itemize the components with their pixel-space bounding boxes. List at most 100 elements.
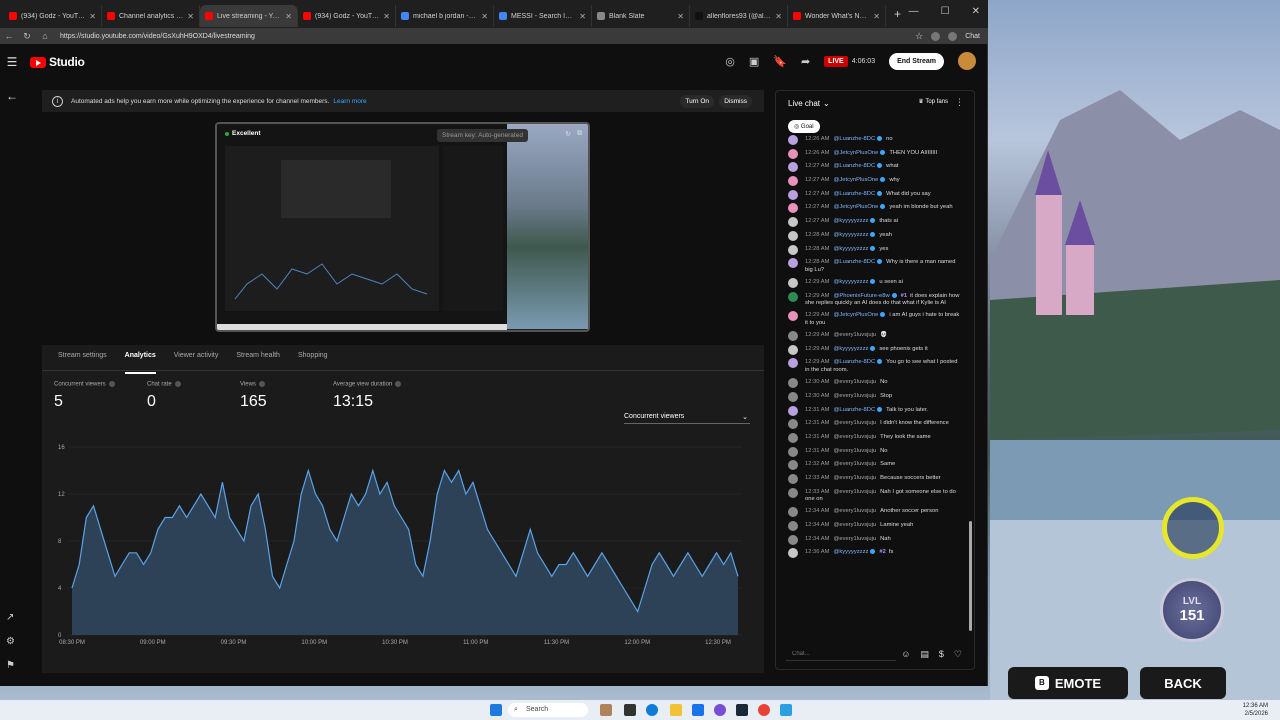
help-icon[interactable]	[395, 381, 402, 387]
tab-close-icon[interactable]: ✕	[187, 12, 194, 21]
message-author[interactable]: @every1luvsjuju	[834, 393, 877, 399]
message-author[interactable]: @every1luvsjuju	[834, 489, 877, 495]
learn-more-link[interactable]: Learn more	[333, 98, 366, 105]
menu-icon[interactable]: ☰	[0, 55, 24, 69]
super-chat-icon[interactable]: $	[939, 649, 944, 660]
task-view-icon[interactable]	[624, 704, 636, 716]
message-author[interactable]: @PhoenixFuture-e8w	[834, 292, 897, 299]
chat-message[interactable]: 12:29 AM @every1luvsjuju 💀	[776, 331, 968, 342]
help-icon[interactable]: ◎	[725, 55, 735, 68]
bookmark-icon[interactable]: 🔖	[773, 55, 787, 68]
chat-avatar[interactable]	[788, 258, 798, 269]
analytics-tab[interactable]: Analytics	[124, 345, 156, 374]
browser-tab[interactable]: (934) Godz - YouTube ✕	[298, 5, 396, 27]
studio-logo[interactable]: Studio	[30, 55, 85, 69]
message-author[interactable]: @every1luvsjuju	[834, 461, 877, 467]
stream-key-select[interactable]: Stream key: Auto-generated	[437, 129, 528, 142]
back-arrow-icon[interactable]: ←	[6, 89, 18, 103]
chat-avatar[interactable]	[788, 521, 798, 531]
message-author[interactable]: @kyyyyyzzzz	[834, 218, 876, 224]
chat-message[interactable]: 12:28 AM @kyyyyyzzzz yeah	[776, 230, 968, 242]
top-fans-button[interactable]: ♛ Top fans	[918, 98, 948, 105]
message-author[interactable]: @every1luvsjuju	[834, 475, 877, 481]
browser-tab[interactable]: michael b jordan - Searc ✕	[396, 5, 494, 27]
chat-message[interactable]: 12:29 AM @PhoenixFuture-e8w #1 it does expl…	[776, 291, 968, 309]
help-icon[interactable]	[174, 381, 181, 387]
popout-icon[interactable]: ⧉	[577, 130, 582, 138]
tab-close-icon[interactable]: ✕	[775, 12, 782, 21]
dismiss-button[interactable]: Dismiss	[719, 95, 752, 108]
more-icon[interactable]: ⋮	[955, 97, 964, 108]
chat-avatar[interactable]	[788, 203, 798, 214]
message-author[interactable]: @JetcynPlusOne	[834, 149, 886, 156]
chat-avatar[interactable]	[788, 419, 798, 430]
new-tab-button[interactable]: +	[886, 7, 909, 21]
chat-avatar[interactable]	[788, 473, 798, 484]
sticker-icon[interactable]: ▤	[920, 649, 929, 660]
chat-avatar[interactable]	[788, 230, 798, 241]
chat-avatar[interactable]	[788, 311, 798, 322]
help-icon[interactable]	[108, 381, 115, 387]
browser-tab[interactable]: Blank Slate ✕	[592, 5, 690, 27]
star-icon[interactable]: ☆	[915, 31, 923, 42]
turn-on-button[interactable]: Turn On	[680, 95, 714, 108]
chat-avatar[interactable]	[788, 460, 798, 471]
taskbar-clock[interactable]: 12:36 AM 2/5/2026	[1243, 702, 1268, 718]
chat-message[interactable]: 12:34 AM @every1luvsjuju Nah	[776, 534, 968, 546]
message-author[interactable]: @JetcynPlusOne	[834, 177, 886, 183]
browser-tab[interactable]: Wonder What's Next (Ep ✕	[788, 5, 886, 27]
url-field[interactable]: https://studio.youtube.com/video/GsXuhH9…	[60, 33, 915, 40]
message-author[interactable]: @Luanzhe-8DC	[834, 406, 883, 413]
chat-title[interactable]: Live chat	[788, 99, 820, 108]
tab-close-icon[interactable]: ✕	[873, 12, 880, 21]
chat-message[interactable]: 12:26 AM @Luanzhe-8DC no	[776, 135, 968, 146]
chat-avatar[interactable]	[788, 446, 798, 457]
app-icon[interactable]	[714, 704, 726, 716]
chat-avatar[interactable]	[788, 344, 798, 355]
back-nav-icon[interactable]: ←	[0, 31, 18, 41]
widgets-icon[interactable]	[600, 704, 612, 716]
chat-avatar[interactable]	[788, 244, 798, 255]
chat-input[interactable]	[786, 647, 896, 661]
chat-button[interactable]: Chat	[965, 33, 980, 40]
chat-avatar[interactable]	[788, 391, 798, 402]
chat-message[interactable]: 12:32 AM @every1luvsjuju Same	[776, 460, 968, 471]
feedback-icon[interactable]: ⚑	[6, 660, 15, 671]
chat-message[interactable]: 12:33 AM @every1luvsjuju Because soccers b…	[776, 473, 968, 485]
minimize-icon[interactable]: —	[909, 6, 919, 17]
analytics-tab[interactable]: Stream settings	[58, 345, 107, 370]
taskbar-search[interactable]: ⌕ Search	[508, 703, 588, 717]
edge-icon[interactable]	[646, 704, 658, 716]
message-author[interactable]: @every1luvsjuju	[834, 508, 877, 514]
refresh-icon[interactable]: ↻	[18, 31, 36, 42]
chevron-down-icon[interactable]: ⌄	[823, 99, 830, 108]
chat-avatar[interactable]	[788, 217, 798, 228]
file-explorer-icon[interactable]	[670, 704, 682, 716]
browser-tab[interactable]: allenflores93 (@allenflo ✕	[690, 5, 788, 27]
analytics-tab[interactable]: Shopping	[298, 345, 328, 370]
chat-message[interactable]: 12:31 AM @every1luvsjuju They look the sam…	[776, 432, 968, 444]
help-icon[interactable]	[258, 381, 265, 387]
expand-icon[interactable]: ↗	[6, 612, 14, 623]
chat-avatar[interactable]	[788, 487, 798, 498]
chat-message[interactable]: 12:27 AM @JetcynPlusOne why	[776, 176, 968, 187]
metric-dropdown[interactable]: Concurrent viewers ⌄	[624, 413, 750, 424]
chat-message[interactable]: 12:30 AM @every1luvsjuju No	[776, 378, 968, 389]
avatar[interactable]	[958, 52, 976, 70]
chat-avatar[interactable]	[788, 162, 798, 173]
chat-message[interactable]: 12:30 AM @every1luvsjuju Stop	[776, 391, 968, 403]
goal-button[interactable]: ◎ Goal	[788, 120, 820, 133]
message-author[interactable]: @Luanzhe-8DC	[834, 259, 883, 265]
message-author[interactable]: @kyyyyyzzzz	[834, 231, 876, 238]
chat-message[interactable]: 12:29 AM @kyyyyyzzzz see phoenix gets it	[776, 344, 968, 356]
chat-message[interactable]: 12:34 AM @every1luvsjuju Lamine yeah	[776, 521, 968, 532]
browser-tab[interactable]: (934) Godz - YouTube ✕	[4, 5, 102, 27]
tab-close-icon[interactable]: ✕	[285, 12, 292, 21]
tab-close-icon[interactable]: ✕	[89, 12, 96, 21]
settings-icon[interactable]: ⚙	[6, 636, 15, 647]
message-author[interactable]: @kyyyyyzzzz	[834, 345, 876, 352]
stream-preview[interactable]: Excellent Stream key: Auto-generated ↻ ⧉	[215, 122, 590, 332]
tab-close-icon[interactable]: ✕	[677, 12, 684, 21]
share-icon[interactable]: ➦	[801, 55, 810, 68]
chat-message[interactable]: 12:27 AM @Luanzhe-8DC What did you say	[776, 189, 968, 201]
